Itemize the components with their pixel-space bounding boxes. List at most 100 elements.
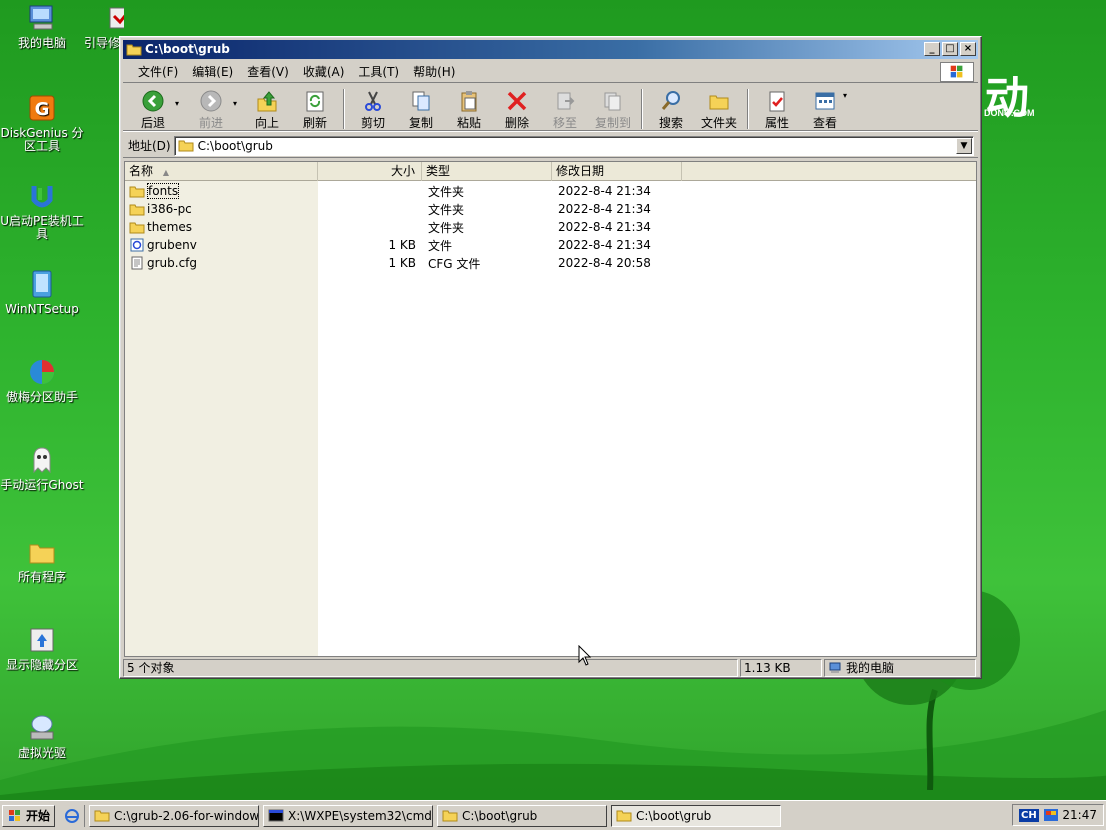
winntsetup-icon	[32, 270, 52, 298]
table-row[interactable]: themes 文件夹 2022-8-4 21:34	[125, 218, 976, 236]
up-button[interactable]: 向上	[243, 89, 291, 131]
folder-icon	[126, 44, 142, 56]
close-button[interactable]: ×	[960, 42, 976, 56]
back-label: 后退	[140, 116, 165, 130]
desktop-icon-boot-repair[interactable]: 引导修	[84, 2, 124, 50]
forward-label: 前进	[198, 116, 223, 130]
address-bar: 地址(D) C:\boot\grub ▼	[123, 134, 978, 158]
properties-button[interactable]: 属性	[753, 89, 801, 131]
ime-indicator[interactable]: CH	[1019, 808, 1039, 822]
display-icon[interactable]	[1043, 808, 1059, 822]
menu-edit[interactable]: 编辑(E)	[185, 61, 240, 82]
copy-to-button[interactable]: 复制到	[589, 89, 637, 131]
explorer-window: C:\boot\grub _ □ × 文件(F) 编辑(E) 查看(V) 收藏(…	[119, 36, 982, 679]
desktop-icon-my-computer[interactable]: 我的电脑	[0, 2, 84, 50]
status-size: 1.13 KB	[740, 659, 822, 677]
table-row[interactable]: fonts 文件夹 2022-8-4 21:34	[125, 182, 976, 200]
file-size: 1 KB	[388, 238, 416, 252]
start-button[interactable]: 开始	[2, 804, 56, 827]
quick-launch-browser[interactable]	[59, 804, 86, 827]
folders-button[interactable]: 文件夹	[695, 89, 743, 131]
cut-button[interactable]: 剪切	[349, 89, 397, 131]
boot-repair-icon	[109, 7, 124, 29]
minimize-button[interactable]: _	[924, 42, 940, 56]
copy-to-label: 复制到	[594, 116, 631, 130]
chevron-down-icon[interactable]: ▾	[175, 99, 179, 108]
column-header-type[interactable]: 类型	[422, 162, 552, 181]
paste-button[interactable]: 粘贴	[445, 89, 493, 131]
desktop-icon-show-hidden-partition[interactable]: 显示隐藏分区	[0, 624, 84, 672]
menu-view[interactable]: 查看(V)	[240, 61, 296, 82]
desktop-icon-aomei[interactable]: 傲梅分区助手	[0, 356, 84, 404]
up-folder-icon	[257, 91, 277, 112]
address-input[interactable]: C:\boot\grub ▼	[173, 135, 974, 156]
copy-button[interactable]: 复制	[397, 89, 445, 131]
file-type: 文件	[428, 238, 453, 253]
file-icon	[130, 238, 144, 252]
chevron-down-icon[interactable]: ▾	[843, 91, 847, 100]
start-label: 开始	[26, 809, 51, 823]
desktop-icon-all-programs[interactable]: 所有程序	[0, 536, 84, 584]
file-type: 文件夹	[428, 202, 465, 217]
desktop-icon-winntsetup[interactable]: WinNTSetup	[0, 268, 84, 316]
column-header-size[interactable]: 大小	[318, 162, 422, 181]
taskbar-item[interactable]: X:\WXPE\system32\cmd....	[263, 804, 434, 827]
window-title: C:\boot\grub	[145, 42, 230, 56]
status-bar: 5 个对象 1.13 KB 我的电脑	[123, 659, 978, 677]
paste-label: 粘贴	[456, 116, 481, 130]
windows-logo-icon	[940, 62, 974, 82]
browser-icon	[64, 808, 79, 823]
column-headers: 名称 ▲ 大小 类型 修改日期	[125, 162, 976, 181]
menu-help[interactable]: 帮助(H)	[406, 61, 462, 82]
text-file-icon	[131, 256, 143, 270]
file-type: 文件夹	[428, 220, 465, 235]
chevron-down-icon[interactable]: ▾	[233, 99, 237, 108]
menu-file[interactable]: 文件(F)	[131, 61, 185, 82]
desktop-icon-label: U启动PE装机工具	[0, 214, 84, 241]
taskbar-item-active[interactable]: C:\boot\grub	[611, 804, 782, 827]
toolbar-separator	[343, 89, 345, 129]
refresh-button[interactable]: 刷新	[291, 89, 339, 131]
window-titlebar[interactable]: C:\boot\grub _ □ ×	[123, 40, 978, 59]
desktop-icon-label: 引导修	[84, 36, 121, 50]
toolbar-separator	[641, 89, 643, 129]
scissors-icon	[365, 91, 381, 111]
aomei-partition-icon	[30, 360, 54, 384]
u-qidong-icon	[31, 186, 53, 208]
status-location: 我的电脑	[824, 659, 976, 677]
computer-icon	[29, 5, 53, 30]
table-row[interactable]: grub.cfg 1 KB CFG 文件 2022-8-4 20:58	[125, 254, 976, 272]
forward-button[interactable]: 前进 ▾	[187, 89, 237, 131]
search-button[interactable]: 搜索	[647, 89, 695, 131]
desktop-icon-diskgenius[interactable]: G DiskGenius 分区工具	[0, 92, 84, 153]
folder-icon	[129, 222, 145, 234]
file-name: grubenv	[147, 238, 197, 252]
delete-button[interactable]: 删除	[493, 89, 541, 131]
menu-favorites[interactable]: 收藏(A)	[296, 61, 352, 82]
delete-label: 删除	[504, 116, 529, 130]
toolbar-separator	[747, 89, 749, 129]
move-to-icon	[557, 92, 575, 110]
desktop-icon-label: 手动运行Ghost	[0, 478, 84, 492]
column-header-filler	[682, 162, 976, 181]
back-button[interactable]: 后退 ▾	[129, 89, 179, 131]
column-header-date[interactable]: 修改日期	[552, 162, 682, 181]
column-header-name[interactable]: 名称 ▲	[125, 162, 318, 181]
clock: 21:47	[1062, 808, 1097, 822]
taskbar-item[interactable]: C:\grub-2.06-for-windows	[89, 804, 260, 827]
taskbar-item[interactable]: C:\boot\grub	[437, 804, 608, 827]
address-dropdown-button[interactable]: ▼	[956, 137, 972, 154]
desktop-icon-u-qidong[interactable]: U启动PE装机工具	[0, 180, 84, 241]
toolbar: 后退 ▾ 前进 ▾ 向上 刷新 剪切 复制 粘贴 删除 移至 复制到 搜索 文件…	[123, 85, 978, 131]
folder-icon	[442, 810, 458, 822]
table-row[interactable]: i386-pc 文件夹 2022-8-4 21:34	[125, 200, 976, 218]
folders-icon	[709, 95, 729, 110]
menu-tools[interactable]: 工具(T)	[351, 61, 406, 82]
file-date: 2022-8-4 21:34	[558, 220, 651, 234]
table-row[interactable]: grubenv 1 KB 文件 2022-8-4 21:34	[125, 236, 976, 254]
desktop-icon-virtual-drive[interactable]: 虚拟光驱	[0, 712, 84, 760]
desktop-icon-ghost[interactable]: 手动运行Ghost	[0, 444, 84, 492]
maximize-button[interactable]: □	[942, 42, 958, 56]
move-to-button[interactable]: 移至	[541, 89, 589, 131]
view-button[interactable]: 查看 ▾	[801, 89, 849, 131]
